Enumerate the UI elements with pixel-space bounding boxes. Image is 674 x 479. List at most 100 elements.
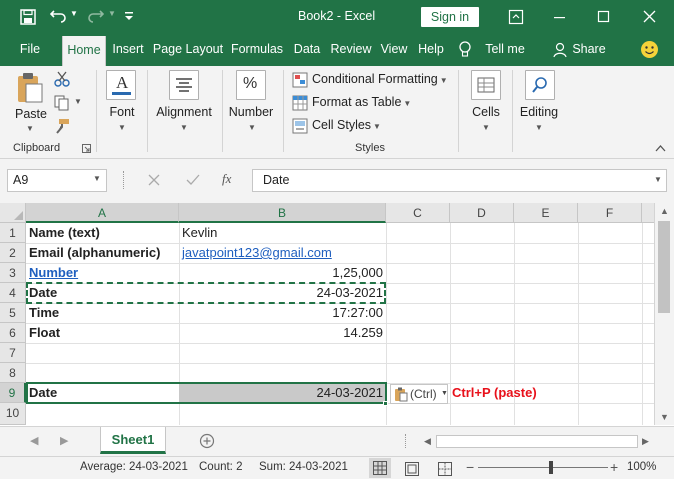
zoom-slider-thumb[interactable] [549, 461, 553, 474]
tab-review[interactable]: Review [329, 33, 373, 66]
cells-dropdown-icon[interactable]: ▼ [482, 123, 490, 132]
vertical-scrollbar[interactable]: ▲ ▼ [654, 203, 674, 425]
tab-view[interactable]: View [377, 33, 411, 66]
font-dropdown-icon[interactable]: ▼ [118, 123, 126, 132]
expand-formula-bar-icon[interactable]: ▼ [654, 175, 662, 184]
tab-file[interactable]: File [12, 33, 48, 66]
number-dropdown-icon[interactable]: ▼ [248, 123, 256, 132]
name-box[interactable]: A9 [7, 169, 107, 192]
column-header-d[interactable]: D [450, 203, 514, 223]
close-icon[interactable] [642, 9, 658, 25]
smiley-feedback-icon[interactable] [640, 40, 659, 59]
name-box-dropdown-icon[interactable]: ▼ [93, 174, 101, 183]
column-header-e[interactable]: E [514, 203, 578, 223]
cells-button[interactable]: Cells [466, 105, 506, 119]
scroll-left-icon[interactable]: ◀ [424, 436, 431, 447]
customize-toolbar-icon[interactable] [124, 11, 134, 21]
format-painter-icon[interactable] [54, 118, 70, 134]
scroll-up-icon[interactable]: ▲ [660, 206, 669, 216]
fill-handle[interactable] [383, 401, 388, 406]
row-header-1[interactable]: 1 [0, 223, 26, 243]
editing-button[interactable]: Editing [516, 105, 562, 119]
redo-dropdown-icon[interactable]: ▼ [108, 9, 116, 18]
page-break-view-icon[interactable] [438, 462, 452, 476]
cell-b5[interactable]: 17:27:00 [179, 303, 386, 323]
zoom-slider-track[interactable] [478, 467, 608, 468]
alignment-button[interactable]: Alignment [153, 105, 215, 119]
page-layout-view-icon[interactable] [405, 462, 419, 476]
redo-icon[interactable] [88, 9, 104, 25]
cut-icon[interactable] [54, 71, 70, 87]
tab-home[interactable]: Home [62, 36, 106, 66]
maximize-icon[interactable] [596, 9, 612, 25]
share-button[interactable]: Share [571, 33, 607, 66]
column-header-f[interactable]: F [578, 203, 642, 223]
column-header-c[interactable]: C [386, 203, 450, 223]
save-icon[interactable] [20, 9, 36, 25]
number-button[interactable]: Number [226, 105, 276, 119]
tab-formulas[interactable]: Formulas [229, 33, 285, 66]
row-header-9[interactable]: 9 [0, 383, 26, 403]
undo-icon[interactable] [50, 9, 66, 25]
zoom-in-icon[interactable]: + [610, 459, 618, 475]
insert-function-icon[interactable]: fx [222, 171, 231, 187]
collapse-ribbon-icon[interactable] [655, 144, 666, 152]
tab-data[interactable]: Data [290, 33, 324, 66]
row-header-7[interactable]: 7 [0, 343, 26, 363]
paste-button[interactable]: Paste [14, 107, 48, 121]
row-header-8[interactable]: 8 [0, 363, 26, 383]
clipboard-launcher-icon[interactable] [82, 144, 91, 153]
vertical-scroll-thumb[interactable] [658, 221, 670, 313]
new-sheet-icon[interactable] [199, 433, 215, 449]
cell-b2-hyperlink[interactable]: javatpoint123@gmail.com [179, 243, 386, 263]
editing-dropdown-icon[interactable]: ▼ [535, 123, 543, 132]
tab-insert[interactable]: Insert [109, 33, 147, 66]
format-as-table-button[interactable]: Format as Table ▼ [312, 95, 411, 109]
sign-in-button[interactable]: Sign in [421, 7, 479, 27]
row-header-2[interactable]: 2 [0, 243, 26, 263]
prev-sheet-icon[interactable]: ◀ [30, 434, 38, 447]
conditional-formatting-button[interactable]: Conditional Formatting ▼ [312, 72, 448, 86]
cell-a5[interactable]: Time [26, 303, 179, 323]
confirm-entry-icon[interactable] [186, 174, 200, 186]
cell-a3[interactable]: Number [26, 263, 179, 283]
tab-help[interactable]: Help [415, 33, 447, 66]
tell-me-search[interactable]: Tell me [480, 33, 530, 66]
undo-dropdown-icon[interactable]: ▼ [70, 9, 78, 18]
row-header-3[interactable]: 3 [0, 263, 26, 283]
alignment-dropdown-icon[interactable]: ▼ [180, 123, 188, 132]
cell-a2[interactable]: Email (alphanumeric) [26, 243, 179, 263]
zoom-out-icon[interactable]: − [466, 459, 474, 475]
column-header-g-partial[interactable] [642, 203, 654, 223]
scroll-right-icon[interactable]: ▶ [642, 436, 649, 447]
tab-page-layout[interactable]: Page Layout [152, 33, 224, 66]
formula-bar-splitter[interactable] [123, 171, 125, 189]
copy-dropdown-icon[interactable]: ▼ [74, 97, 82, 106]
select-all-button[interactable] [0, 203, 26, 223]
cell-a6[interactable]: Float [26, 323, 179, 343]
scroll-down-icon[interactable]: ▼ [660, 412, 669, 422]
cell-b1[interactable]: Kevlin [179, 223, 386, 243]
row-header-6[interactable]: 6 [0, 323, 26, 343]
cell-a1[interactable]: Name (text) [26, 223, 179, 243]
paste-dropdown-icon[interactable]: ▼ [26, 124, 34, 133]
cell-b3[interactable]: 1,25,000 [179, 263, 386, 283]
cancel-entry-icon[interactable] [148, 174, 160, 186]
next-sheet-icon[interactable]: ▶ [60, 434, 68, 447]
sheet-tab-sheet1[interactable]: Sheet1 [100, 427, 166, 454]
zoom-level[interactable]: 100% [627, 461, 656, 473]
minimize-icon[interactable] [552, 9, 568, 25]
paste-options-button[interactable]: (Ctrl) ▼ [390, 384, 448, 404]
formula-input[interactable]: Date [252, 169, 667, 192]
horizontal-scrollbar[interactable] [436, 435, 638, 448]
column-header-a[interactable]: A [26, 203, 179, 223]
tab-splitter[interactable] [405, 434, 407, 448]
row-header-4[interactable]: 4 [0, 283, 26, 303]
font-button[interactable]: Font [101, 105, 143, 119]
column-header-b[interactable]: B [179, 203, 386, 223]
normal-view-button[interactable] [369, 458, 391, 478]
row-header-10[interactable]: 10 [0, 403, 26, 425]
copy-icon[interactable] [54, 95, 70, 111]
row-header-5[interactable]: 5 [0, 303, 26, 323]
ribbon-display-options-icon[interactable] [508, 9, 524, 25]
